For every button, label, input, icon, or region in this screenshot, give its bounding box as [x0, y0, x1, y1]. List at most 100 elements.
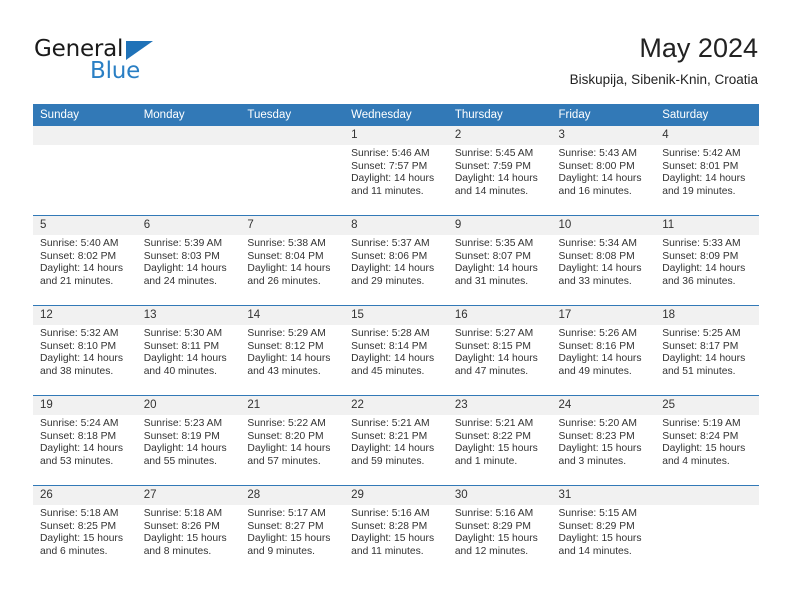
- day-cell[interactable]: 3 Sunrise: 5:43 AM Sunset: 8:00 PM Daylight…: [551, 126, 656, 216]
- calendar-header-row: Sunday Monday Tuesday Wednesday Thursday Frid…: [33, 104, 759, 126]
- day-cell[interactable]: 20 Sunrise: 5:23 AM Sunset: 8:19 PM Dayligh…: [136, 395, 241, 486]
- day-details: Sunrise: 5:32 AM Sunset: 8:10 PM Daylight:…: [33, 325, 137, 378]
- sunset-text: Sunset: 8:26 PM: [143, 520, 220, 532]
- day-details: Sunrise: 5:18 AM Sunset: 8:26 PM Daylight:…: [137, 505, 241, 558]
- sunset-text: Sunset: 8:14 PM: [351, 340, 428, 352]
- day-cell[interactable]: 5 Sunrise: 5:40 AM Sunset: 8:02 PM Daylight…: [33, 215, 137, 306]
- sunset-text: Sunset: 8:10 PM: [40, 340, 117, 352]
- sunset-text: Sunset: 8:24 PM: [662, 430, 739, 442]
- sunset-text: Sunset: 8:19 PM: [143, 430, 220, 442]
- daylight-text: Daylight: 15 hours and 12 minutes.: [454, 533, 538, 557]
- daylight-text: Daylight: 14 hours and 49 minutes.: [558, 353, 642, 377]
- day-number: 4: [655, 126, 759, 145]
- sunrise-text: Sunrise: 5:29 AM: [247, 328, 326, 339]
- day-number: 14: [240, 306, 345, 325]
- sunrise-text: Sunrise: 5:20 AM: [558, 418, 637, 429]
- day-cell[interactable]: 4 Sunrise: 5:42 AM Sunset: 8:01 PM Daylight…: [655, 126, 759, 216]
- day-cell[interactable]: 19 Sunrise: 5:24 AM Sunset: 8:18 PM Dayligh…: [33, 395, 137, 486]
- day-cell[interactable]: 17 Sunrise: 5:26 AM Sunset: 8:16 PM Dayligh…: [551, 305, 656, 396]
- day-details: Sunrise: 5:19 AM Sunset: 8:24 PM Daylight:…: [655, 415, 759, 468]
- day-details: Sunrise: 5:25 AM Sunset: 8:17 PM Daylight:…: [655, 325, 759, 378]
- daylight-text: Daylight: 14 hours and 21 minutes.: [40, 263, 123, 287]
- day-cell[interactable]: 29 Sunrise: 5:16 AM Sunset: 8:28 PM Dayligh…: [344, 485, 448, 575]
- daylight-text: Daylight: 14 hours and 51 minutes.: [662, 353, 746, 377]
- sunrise-text: Sunrise: 5:17 AM: [247, 508, 326, 519]
- day-cell-empty: [655, 485, 759, 575]
- day-number: 7: [240, 216, 345, 235]
- day-cell[interactable]: 18 Sunrise: 5:25 AM Sunset: 8:17 PM Dayligh…: [655, 305, 759, 396]
- calendar-week-row: 19 Sunrise: 5:24 AM Sunset: 8:18 PM Dayligh…: [33, 395, 759, 486]
- day-cell[interactable]: 30 Sunrise: 5:16 AM Sunset: 8:29 PM Dayligh…: [447, 485, 552, 575]
- daylight-text: Daylight: 15 hours and 8 minutes.: [143, 533, 227, 557]
- sunrise-text: Sunrise: 5:38 AM: [247, 238, 326, 249]
- sunrise-text: Sunrise: 5:19 AM: [662, 418, 741, 429]
- day-number: 26: [33, 486, 137, 505]
- daylight-text: Daylight: 14 hours and 57 minutes.: [247, 443, 331, 467]
- day-cell[interactable]: 7 Sunrise: 5:38 AM Sunset: 8:04 PM Daylight…: [240, 215, 345, 306]
- day-number: 13: [136, 306, 241, 325]
- day-cell[interactable]: 22 Sunrise: 5:21 AM Sunset: 8:21 PM Dayligh…: [344, 395, 448, 486]
- daylight-text: Daylight: 14 hours and 59 minutes.: [351, 443, 435, 467]
- sunrise-text: Sunrise: 5:24 AM: [40, 418, 119, 429]
- day-cell[interactable]: 26 Sunrise: 5:18 AM Sunset: 8:25 PM Dayligh…: [33, 485, 137, 575]
- day-details: Sunrise: 5:38 AM Sunset: 8:04 PM Daylight:…: [240, 235, 344, 288]
- day-number: 25: [655, 396, 759, 415]
- sunset-text: Sunset: 8:27 PM: [247, 520, 324, 532]
- calendar-week-row: 26 Sunrise: 5:18 AM Sunset: 8:25 PM Dayligh…: [33, 485, 759, 575]
- daylight-text: Daylight: 14 hours and 40 minutes.: [143, 353, 227, 377]
- day-cell[interactable]: 12 Sunrise: 5:32 AM Sunset: 8:10 PM Dayligh…: [33, 305, 137, 396]
- sunset-text: Sunset: 8:17 PM: [662, 340, 739, 352]
- day-cell[interactable]: 14 Sunrise: 5:29 AM Sunset: 8:12 PM Dayligh…: [240, 305, 345, 396]
- sunrise-text: Sunrise: 5:16 AM: [351, 508, 430, 519]
- daylight-text: Daylight: 14 hours and 14 minutes.: [454, 173, 538, 197]
- sunset-text: Sunset: 8:12 PM: [247, 340, 324, 352]
- day-cell[interactable]: 8 Sunrise: 5:37 AM Sunset: 8:06 PM Daylight…: [344, 215, 448, 306]
- day-details: Sunrise: 5:24 AM Sunset: 8:18 PM Daylight:…: [33, 415, 137, 468]
- sunset-text: Sunset: 8:08 PM: [558, 250, 635, 262]
- day-details: Sunrise: 5:37 AM Sunset: 8:06 PM Daylight:…: [344, 235, 448, 288]
- sunrise-text: Sunrise: 5:22 AM: [247, 418, 326, 429]
- day-cell[interactable]: 15 Sunrise: 5:28 AM Sunset: 8:14 PM Dayligh…: [344, 305, 448, 396]
- day-number: 18: [655, 306, 759, 325]
- day-cell[interactable]: 9 Sunrise: 5:35 AM Sunset: 8:07 PM Daylight…: [447, 215, 552, 306]
- daylight-text: Daylight: 14 hours and 31 minutes.: [454, 263, 538, 287]
- day-number: 5: [33, 216, 137, 235]
- day-number: [655, 486, 759, 505]
- sunrise-text: Sunrise: 5:40 AM: [40, 238, 119, 249]
- sunrise-text: Sunrise: 5:25 AM: [662, 328, 741, 339]
- sunrise-text: Sunrise: 5:16 AM: [454, 508, 534, 519]
- day-cell[interactable]: 1 Sunrise: 5:46 AM Sunset: 7:57 PM Daylight…: [344, 126, 448, 216]
- day-number: 21: [240, 396, 345, 415]
- daylight-text: Daylight: 14 hours and 47 minutes.: [454, 353, 538, 377]
- day-cell[interactable]: 21 Sunrise: 5:22 AM Sunset: 8:20 PM Dayligh…: [240, 395, 345, 486]
- weekday-header-tuesday: Tuesday: [240, 104, 345, 126]
- day-cell[interactable]: 10 Sunrise: 5:34 AM Sunset: 8:08 PM Dayligh…: [551, 215, 656, 306]
- day-cell[interactable]: 6 Sunrise: 5:39 AM Sunset: 8:03 PM Daylight…: [136, 215, 241, 306]
- day-number: 8: [344, 216, 448, 235]
- daylight-text: Daylight: 15 hours and 9 minutes.: [247, 533, 331, 557]
- sunrise-text: Sunrise: 5:21 AM: [454, 418, 534, 429]
- sunrise-text: Sunrise: 5:43 AM: [558, 148, 637, 159]
- day-cell[interactable]: 27 Sunrise: 5:18 AM Sunset: 8:26 PM Dayligh…: [136, 485, 241, 575]
- day-number: 19: [33, 396, 137, 415]
- day-cell[interactable]: 2 Sunrise: 5:45 AM Sunset: 7:59 PM Daylight…: [447, 126, 552, 216]
- sunset-text: Sunset: 8:29 PM: [558, 520, 635, 532]
- day-cell[interactable]: 28 Sunrise: 5:17 AM Sunset: 8:27 PM Dayligh…: [240, 485, 345, 575]
- daylight-text: Daylight: 15 hours and 14 minutes.: [558, 533, 642, 557]
- day-cell[interactable]: 25 Sunrise: 5:19 AM Sunset: 8:24 PM Dayligh…: [655, 395, 759, 486]
- day-cell[interactable]: 24 Sunrise: 5:20 AM Sunset: 8:23 PM Dayligh…: [551, 395, 656, 486]
- day-cell[interactable]: 11 Sunrise: 5:33 AM Sunset: 8:09 PM Dayligh…: [655, 215, 759, 306]
- day-number: 3: [551, 126, 656, 145]
- day-cell[interactable]: 13 Sunrise: 5:30 AM Sunset: 8:11 PM Dayligh…: [136, 305, 241, 396]
- day-cell[interactable]: 23 Sunrise: 5:21 AM Sunset: 8:22 PM Dayligh…: [447, 395, 552, 486]
- daylight-text: Daylight: 14 hours and 19 minutes.: [662, 173, 746, 197]
- page-header: General Blue May 2024 Biskupija, Sibenik…: [0, 0, 792, 104]
- day-cell[interactable]: 31 Sunrise: 5:15 AM Sunset: 8:29 PM Dayligh…: [551, 485, 656, 575]
- sunset-text: Sunset: 8:04 PM: [247, 250, 324, 262]
- sunrise-text: Sunrise: 5:26 AM: [558, 328, 637, 339]
- day-cell[interactable]: 16 Sunrise: 5:27 AM Sunset: 8:15 PM Dayligh…: [447, 305, 552, 396]
- sunset-text: Sunset: 8:25 PM: [40, 520, 117, 532]
- day-details: Sunrise: 5:18 AM Sunset: 8:25 PM Daylight:…: [33, 505, 137, 558]
- day-cell-empty: [33, 126, 137, 216]
- weekday-header-monday: Monday: [136, 104, 241, 126]
